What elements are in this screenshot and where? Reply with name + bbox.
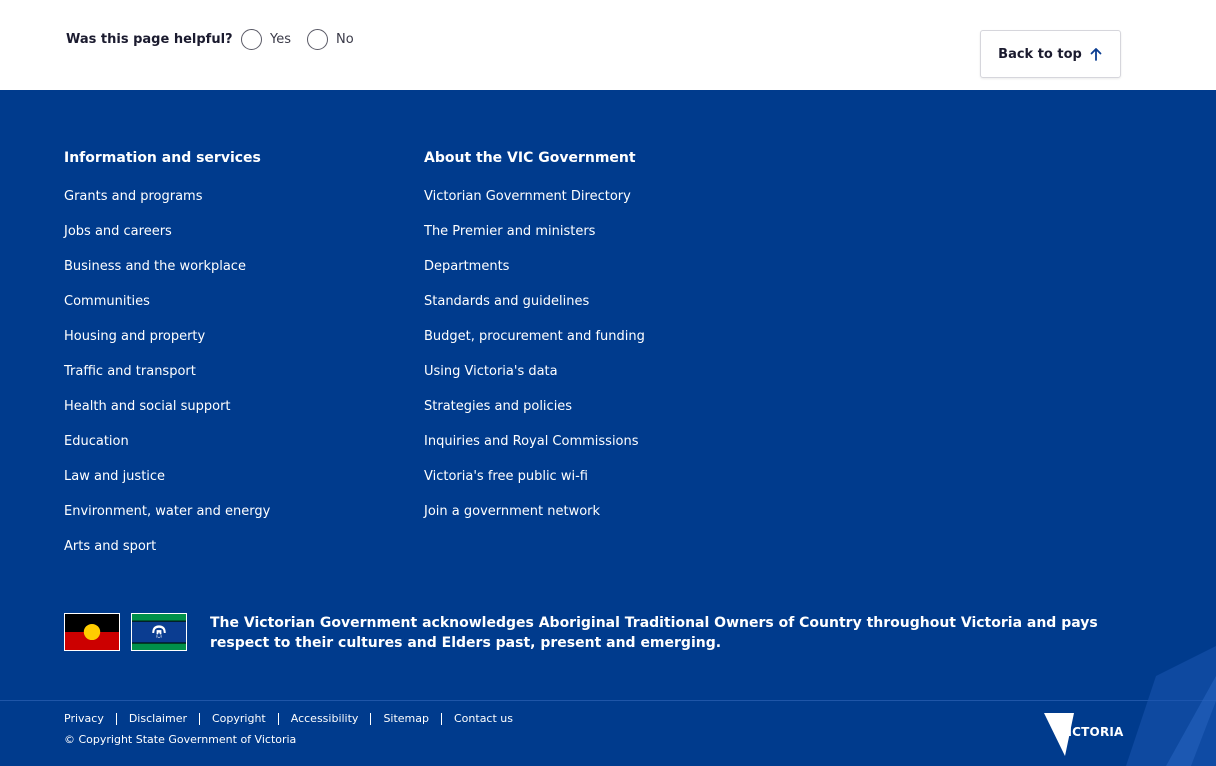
footer-link[interactable]: Victorian Government Directory — [424, 189, 631, 205]
footer-link[interactable]: Jobs and careers — [64, 224, 172, 240]
footer-link[interactable]: Budget, procurement and funding — [424, 329, 645, 345]
feedback-question: Was this page helpful? — [66, 32, 233, 47]
footer-column-information: Information and services Grants and prog… — [64, 150, 270, 570]
footer-link[interactable]: Standards and guidelines — [424, 294, 589, 310]
sitemap-link[interactable]: Sitemap — [383, 712, 429, 726]
footer-link[interactable]: Departments — [424, 259, 509, 275]
link-separator — [199, 713, 200, 725]
link-separator — [115, 713, 117, 725]
radio-circle-icon[interactable] — [241, 29, 262, 50]
footer-link[interactable]: Grants and programs — [64, 189, 202, 205]
footer-link[interactable]: Health and social support — [64, 399, 231, 415]
footer-column-heading: Information and services — [64, 150, 261, 166]
arrow-up-icon — [1090, 48, 1102, 61]
victoria-logo-text: VICTORIA — [1058, 725, 1124, 739]
footer-link[interactable]: Communities — [64, 294, 150, 310]
footer-column-about: About the VIC Government Victorian Gover… — [424, 150, 645, 535]
back-to-top-label: Back to top — [998, 46, 1082, 62]
link-separator — [277, 713, 279, 725]
radio-circle-icon[interactable] — [307, 29, 328, 50]
link-separator — [370, 713, 372, 725]
footer-column-heading: About the VIC Government — [424, 150, 636, 166]
acknowledgement-of-country: The Victorian Government acknowledges Ab… — [210, 615, 1098, 651]
site-footer: Information and services Grants and prog… — [0, 90, 1216, 766]
footer-link[interactable]: Environment, water and energy — [64, 504, 270, 520]
accessibility-link[interactable]: Accessibility — [291, 712, 359, 726]
footer-link-list: Victorian Government Directory The Premi… — [424, 185, 645, 535]
footer-link[interactable]: Join a government network — [424, 504, 600, 520]
feedback-yes-label: Yes — [270, 32, 291, 47]
footer-link[interactable]: Traffic and transport — [64, 364, 196, 380]
feedback-no-label: No — [336, 32, 354, 47]
copyright-link[interactable]: Copyright — [212, 712, 266, 726]
footer-link[interactable]: Education — [64, 434, 129, 450]
footer-bottom-nav: Privacy Disclaimer Copyright Accessibili… — [64, 712, 513, 726]
footer-link[interactable]: Business and the workplace — [64, 259, 246, 275]
copyright-notice: © Copyright State Government of Victoria — [64, 733, 297, 746]
footer-link[interactable]: Using Victoria's data — [424, 364, 558, 380]
footer-link[interactable]: Inquiries and Royal Commissions — [424, 434, 639, 450]
contact-us-link[interactable]: Contact us — [454, 712, 513, 726]
footer-link[interactable]: Arts and sport — [64, 539, 156, 555]
link-separator — [441, 713, 442, 725]
disclaimer-link[interactable]: Disclaimer — [129, 712, 187, 726]
footer-link[interactable]: The Premier and ministers — [424, 224, 595, 240]
footer-link[interactable]: Strategies and policies — [424, 399, 572, 415]
footer-link[interactable]: Housing and property — [64, 329, 205, 345]
feedback-bar: Was this page helpful? Yes No Back to to… — [0, 0, 1216, 90]
torres-strait-islander-flag-icon — [131, 613, 187, 651]
footer-link[interactable]: Victoria's free public wi-fi — [424, 469, 588, 485]
footer-link-list: Grants and programs Jobs and careers Bus… — [64, 185, 270, 570]
flags-group — [64, 613, 198, 651]
privacy-link[interactable]: Privacy — [64, 712, 104, 726]
footer-divider — [0, 700, 1216, 701]
aboriginal-flag-icon — [64, 613, 120, 651]
footer-link[interactable]: Law and justice — [64, 469, 165, 485]
feedback-no-radio[interactable]: No — [307, 29, 354, 50]
feedback-yes-radio[interactable]: Yes — [241, 29, 291, 50]
back-to-top-button[interactable]: Back to top — [980, 30, 1121, 78]
